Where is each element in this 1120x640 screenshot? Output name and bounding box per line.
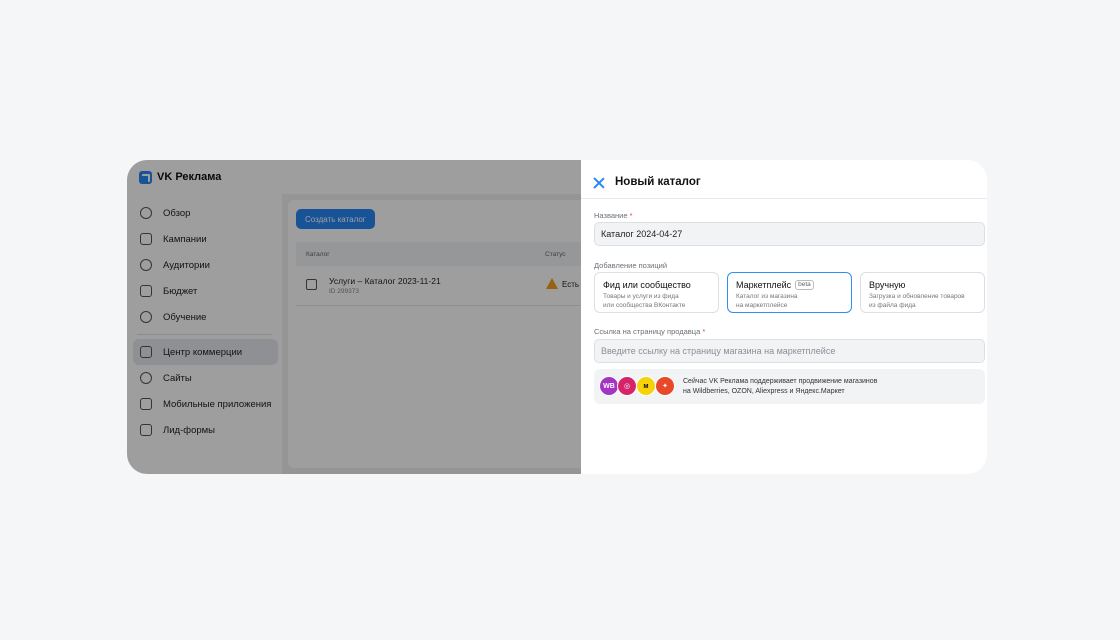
option-title: Маркетплейс [736,280,792,290]
new-catalog-panel: Новый каталог Название * Добавление пози… [581,160,987,474]
yandex-market-logo: м [636,376,656,396]
option-title: Вручную [869,280,906,290]
marketplace-logos: WB ◎ м ✦ [599,376,677,396]
panel-divider [581,198,987,199]
name-label-text: Название [594,211,628,220]
option-marketplace[interactable]: Маркетплейс beta Каталог из магазина на … [727,272,852,313]
beta-badge: beta [795,280,814,290]
name-label: Название * [594,211,633,220]
option-desc: из файла фида [869,301,916,309]
aliexpress-logo: ✦ [655,376,675,396]
marketplace-info-box: WB ◎ м ✦ Сейчас VK Реклама поддерживает … [594,369,985,404]
option-manual[interactable]: Вручную Загрузка и обновление товаров из… [860,272,985,313]
option-desc: Каталог из магазина [736,293,798,300]
wildberries-logo: WB [599,376,619,396]
option-desc: на маркетплейсе [736,301,788,309]
panel-title: Новый каталог [615,176,701,188]
app-background: VK Реклама Обзор Кампании Аудитории Бюдж… [127,160,588,474]
modal-overlay[interactable] [127,160,581,474]
seller-link-label-text: Ссылка на страницу продавца [594,327,701,336]
option-desc: или сообщества ВКонтакте [603,301,686,309]
required-mark: * [629,211,633,220]
close-icon[interactable] [592,176,606,190]
required-mark: * [702,327,706,336]
window-frame: VK Реклама Обзор Кампании Аудитории Бюдж… [127,160,987,474]
seller-link-label: Ссылка на страницу продавца * [594,327,705,336]
option-title: Фид или сообщество [603,280,691,290]
ozon-logo: ◎ [617,376,637,396]
info-line: на Wildberries, OZON, Aliexpress и Яндек… [683,388,845,395]
catalog-name-input[interactable] [594,222,985,246]
option-feed-or-community[interactable]: Фид или сообщество Товары и услуги из фи… [594,272,719,313]
option-desc: Загрузка и обновление товаров [869,293,965,300]
option-desc: Товары и услуги из фида [603,293,679,300]
marketplace-info-text: Сейчас VK Реклама поддерживает продвижен… [683,377,877,397]
info-line: Сейчас VK Реклама поддерживает продвижен… [683,378,878,385]
seller-link-input[interactable] [594,339,985,363]
positions-label: Добавление позиций [594,261,668,270]
